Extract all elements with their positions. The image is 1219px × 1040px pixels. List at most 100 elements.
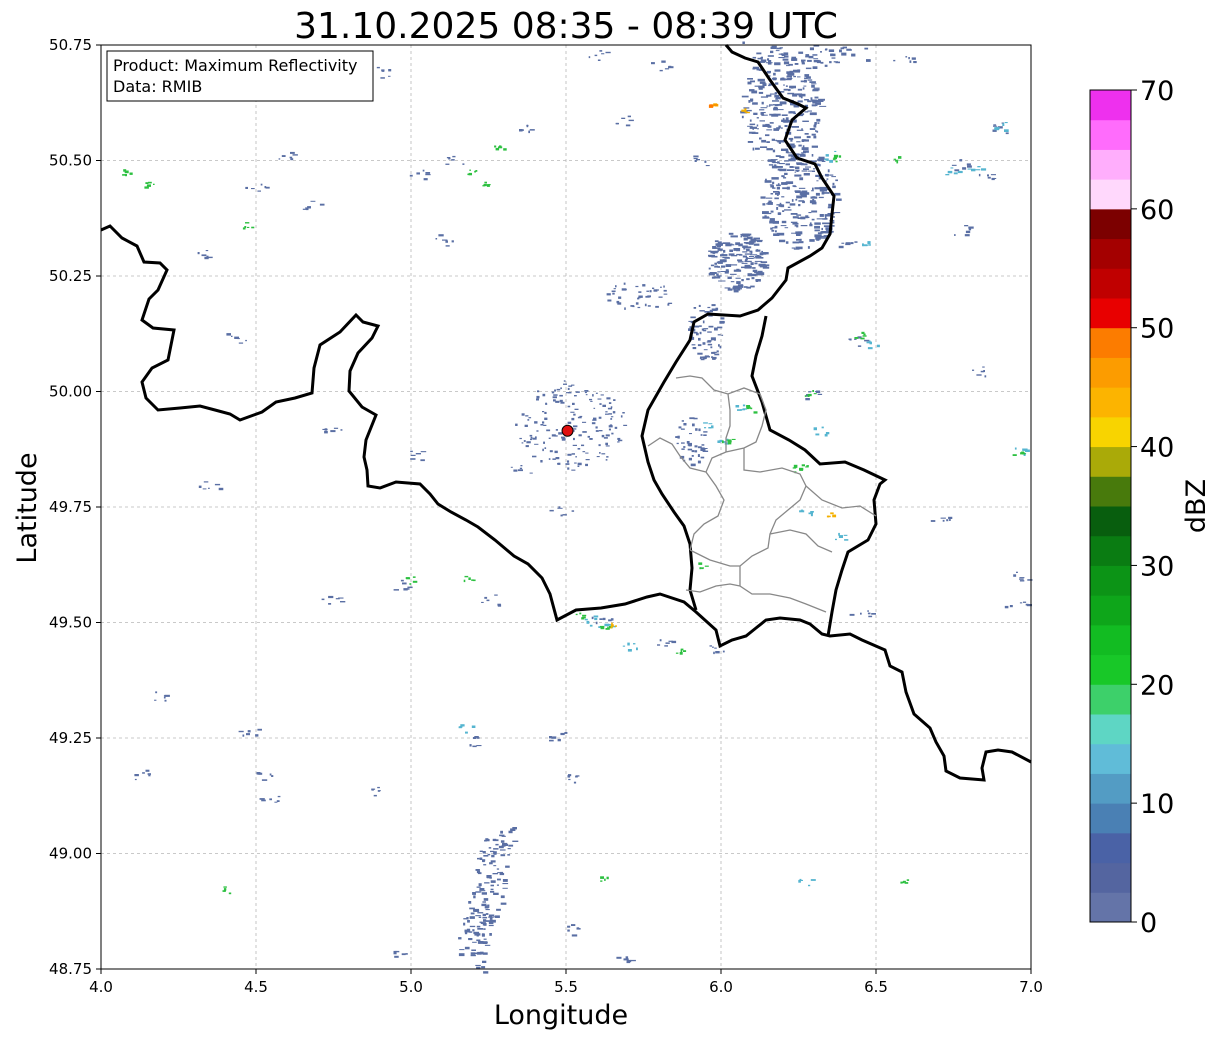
echo-pixel [198,485,202,488]
echo-pixel [759,120,765,122]
echo-pixel [572,402,575,405]
echo-pixel [605,628,610,630]
echo-pixel [708,423,713,425]
echo-pixel [699,567,702,570]
echo-pixel [703,422,708,424]
echo-pixel [122,174,127,176]
echo-pixel [735,277,741,279]
echo-pixel [519,437,522,440]
echo-pixel [605,411,608,413]
echo-pixel [559,394,563,397]
echo-pixel [788,137,794,140]
echo-pixel [483,922,487,926]
x-tick-label: 6.5 [864,978,888,996]
echo-pixel [813,58,819,60]
echo-pixel [549,509,554,512]
echo-pixel [781,196,785,198]
echo-pixel [803,173,810,176]
echo-pixel [778,125,781,129]
echo-pixel [765,134,770,137]
echo-pixel [867,241,871,244]
echo-pixel [603,437,608,439]
echo-pixel [913,61,917,64]
echo-pixel [328,603,332,605]
colorbar-tick-label: 0 [1140,908,1157,939]
echo-pixel [710,264,715,267]
echo-pixel [825,48,828,50]
echo-pixel [238,730,244,733]
echo-pixel [588,56,591,59]
radar-figure: 31.10.2025 08:35 - 08:39 UTC 4.0 4.5 5.0 5.… [0,0,1219,1040]
echo-pixel [950,167,954,169]
colorbar-tick-label: 50 [1140,314,1174,345]
echo-pixel [558,432,563,435]
echo-pixel [290,158,294,161]
echo-pixel [784,227,789,229]
echo-pixel [776,194,779,196]
echo-pixel [624,307,626,310]
echo-pixel [596,456,600,458]
echo-pixel [765,62,773,64]
colorbar-segment [1090,179,1131,210]
echo-pixel [277,795,281,798]
echo-pixel [812,66,818,69]
echo-pixel [811,145,818,148]
echo-pixel [781,148,789,151]
echo-pixel [798,51,804,54]
echo-pixel [657,644,661,646]
colorbar-segment [1090,773,1131,804]
echo-pixel [555,429,558,431]
echo-pixel [707,340,712,342]
echo-pixel [814,122,817,125]
echo-pixel [123,169,127,172]
echo-pixel [245,186,248,189]
echo-pixel [571,510,575,512]
echo-pixel [761,112,766,114]
echo-pixel [821,160,826,162]
echo-pixel [401,953,406,956]
echo-pixel [769,93,777,95]
echo-pixel [515,423,518,426]
echo-pixel [562,514,567,516]
echo-pixel [778,142,781,144]
echo-pixel [778,191,780,195]
echo-pixel [693,307,697,309]
echo-pixel [809,81,816,83]
echo-pixel [534,421,538,424]
echo-pixel [472,941,477,943]
echo-pixel [251,188,255,190]
echo-pixel [599,618,603,620]
echo-pixel [486,875,492,878]
echo-pixel [697,344,702,347]
echo-pixel [948,516,953,519]
echo-pixel [801,59,805,63]
echo-pixel [977,166,981,168]
echo-pixel [770,185,774,188]
echo-pixel [792,93,798,97]
echo-pixel [811,133,816,136]
x-tick-label: 4.0 [89,978,113,996]
echo-pixel [770,46,777,49]
echo-pixel [805,398,810,401]
echo-pixel [675,436,680,438]
echo-pixel [333,427,339,429]
echo-pixel [587,435,590,438]
x-tick-label: 6.0 [709,978,733,996]
colorbar-segment [1090,208,1131,240]
echo-pixel [769,218,775,221]
echo-pixel [646,290,650,292]
echo-pixel [521,442,524,444]
echo-pixel [909,60,912,63]
echo-pixel [772,220,779,224]
echo-pixel [668,640,673,642]
echo-pixel [831,57,836,59]
echo-pixel [567,392,572,394]
echo-pixel [774,197,779,200]
echo-pixel [655,305,659,308]
echo-pixel [553,399,556,402]
echo-pixel [484,596,488,599]
echo-pixel [993,125,997,127]
echo-pixel [578,434,582,437]
echo-pixel [715,651,720,654]
echo-pixel [777,140,785,143]
